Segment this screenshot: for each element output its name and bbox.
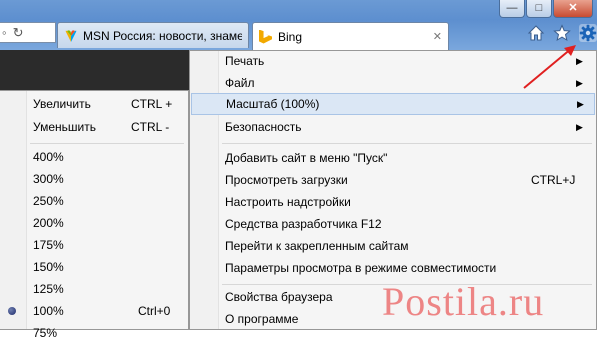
menu-item-label: Добавить сайт в меню "Пуск" bbox=[225, 151, 388, 165]
menu-item-label: Просмотреть загрузки bbox=[225, 173, 348, 187]
zoom-175-item[interactable]: 175% bbox=[0, 234, 188, 256]
menu-item-shortcut: CTRL - bbox=[131, 120, 170, 134]
menu-item-label: Настроить надстройки bbox=[225, 195, 351, 209]
submenu-arrow-icon: ▶ bbox=[577, 98, 584, 109]
menu-item-label: Безопасность bbox=[225, 120, 302, 134]
zoom-75-item[interactable]: 75% bbox=[0, 322, 188, 344]
submenu-arrow-icon: ▶ bbox=[576, 121, 583, 132]
tab-msn[interactable]: MSN Россия: новости, знаме... bbox=[57, 22, 249, 48]
zoom-150-item[interactable]: 150% bbox=[0, 256, 188, 278]
msn-butterfly-icon bbox=[64, 29, 78, 43]
zoom-125-item[interactable]: 125% bbox=[0, 278, 188, 300]
menu-item-label: Перейти к закрепленным сайтам bbox=[225, 239, 409, 253]
menu-item-label: Уменьшить bbox=[33, 120, 96, 134]
close-button[interactable]: ✕ bbox=[553, 0, 593, 18]
dev-tools-item[interactable]: Средства разработчика F12 bbox=[190, 213, 596, 235]
menu-item-label: Масштаб (100%) bbox=[226, 97, 320, 111]
menu-item-label: Параметры просмотра в режиме совместимос… bbox=[225, 261, 497, 275]
menu-item-label: 300% bbox=[33, 172, 64, 186]
zoom-item[interactable]: Масштаб (100%) ▶ bbox=[191, 93, 595, 115]
zoom-250-item[interactable]: 250% bbox=[0, 190, 188, 212]
bing-logo-icon bbox=[259, 29, 272, 44]
zoom-300-item[interactable]: 300% bbox=[0, 168, 188, 190]
add-to-start-item[interactable]: Добавить сайт в меню "Пуск" bbox=[190, 147, 596, 169]
menu-item-label: 175% bbox=[33, 238, 64, 252]
selected-radio-icon bbox=[8, 307, 16, 315]
menu-item-shortcut: CTRL+J bbox=[531, 173, 576, 187]
view-downloads-item[interactable]: Просмотреть загрузки CTRL+J bbox=[190, 169, 596, 191]
minimize-button[interactable]: — bbox=[499, 0, 525, 18]
watermark: Postila.ru bbox=[382, 279, 545, 324]
menu-item-shortcut: Ctrl+0 bbox=[138, 304, 171, 318]
zoom-400-item[interactable]: 400% bbox=[0, 146, 188, 168]
pinned-sites-item[interactable]: Перейти к закрепленным сайтам bbox=[190, 235, 596, 257]
maximize-button[interactable]: □ bbox=[526, 0, 552, 18]
menu-item-label: 250% bbox=[33, 194, 64, 208]
page-content-dark bbox=[0, 50, 190, 90]
tab-bing[interactable]: Bing ✕ bbox=[252, 22, 449, 50]
security-item[interactable]: Безопасность ▶ bbox=[190, 116, 596, 138]
browser-chrome: — □ ✕ ◦ ↻ MSN Россия: новости, знаме... … bbox=[0, 0, 597, 50]
menu-item-label: Файл bbox=[225, 76, 255, 90]
menu-item-label: О программе bbox=[225, 312, 299, 326]
tab-label: Bing bbox=[278, 29, 303, 44]
zoom-out-item[interactable]: Уменьшить CTRL - bbox=[0, 116, 188, 138]
menu-item-label: Свойства браузера bbox=[225, 290, 333, 304]
window-controls: — □ ✕ bbox=[498, 0, 593, 18]
refresh-icon[interactable]: ↻ bbox=[13, 25, 24, 41]
manage-addons-item[interactable]: Настроить надстройки bbox=[190, 191, 596, 213]
menu-item-label: 75% bbox=[33, 326, 58, 340]
menu-item-label: Увеличить bbox=[33, 97, 91, 111]
menu-item-label: 125% bbox=[33, 282, 64, 296]
menu-item-label: Печать bbox=[225, 54, 265, 68]
tab-label: MSN Россия: новости, знаме... bbox=[83, 28, 242, 43]
menu-item-label: 200% bbox=[33, 216, 64, 230]
menu-item-shortcut: CTRL + bbox=[131, 97, 173, 111]
zoom-200-item[interactable]: 200% bbox=[0, 212, 188, 234]
menu-item-label: 400% bbox=[33, 150, 64, 164]
tab-close-icon[interactable]: ✕ bbox=[433, 30, 442, 43]
zoom-submenu: Увеличить CTRL + Уменьшить CTRL - 400% 3… bbox=[0, 90, 189, 340]
menu-item-label: Средства разработчика F12 bbox=[225, 217, 382, 231]
gear-icon[interactable] bbox=[579, 24, 597, 42]
menu-item-label: 150% bbox=[33, 260, 64, 274]
annotation-arrow bbox=[523, 45, 576, 89]
menu-separator bbox=[30, 143, 184, 144]
menu-separator bbox=[222, 143, 592, 144]
address-bar-stub[interactable]: ◦ ↻ bbox=[0, 22, 56, 43]
zoom-in-item[interactable]: Увеличить CTRL + bbox=[0, 93, 188, 115]
dropdown-icon[interactable]: ◦ bbox=[2, 25, 7, 40]
zoom-100-item[interactable]: 100% Ctrl+0 bbox=[0, 300, 188, 322]
menu-item-label: 100% bbox=[33, 304, 64, 318]
compat-view-item[interactable]: Параметры просмотра в режиме совместимос… bbox=[190, 257, 596, 279]
